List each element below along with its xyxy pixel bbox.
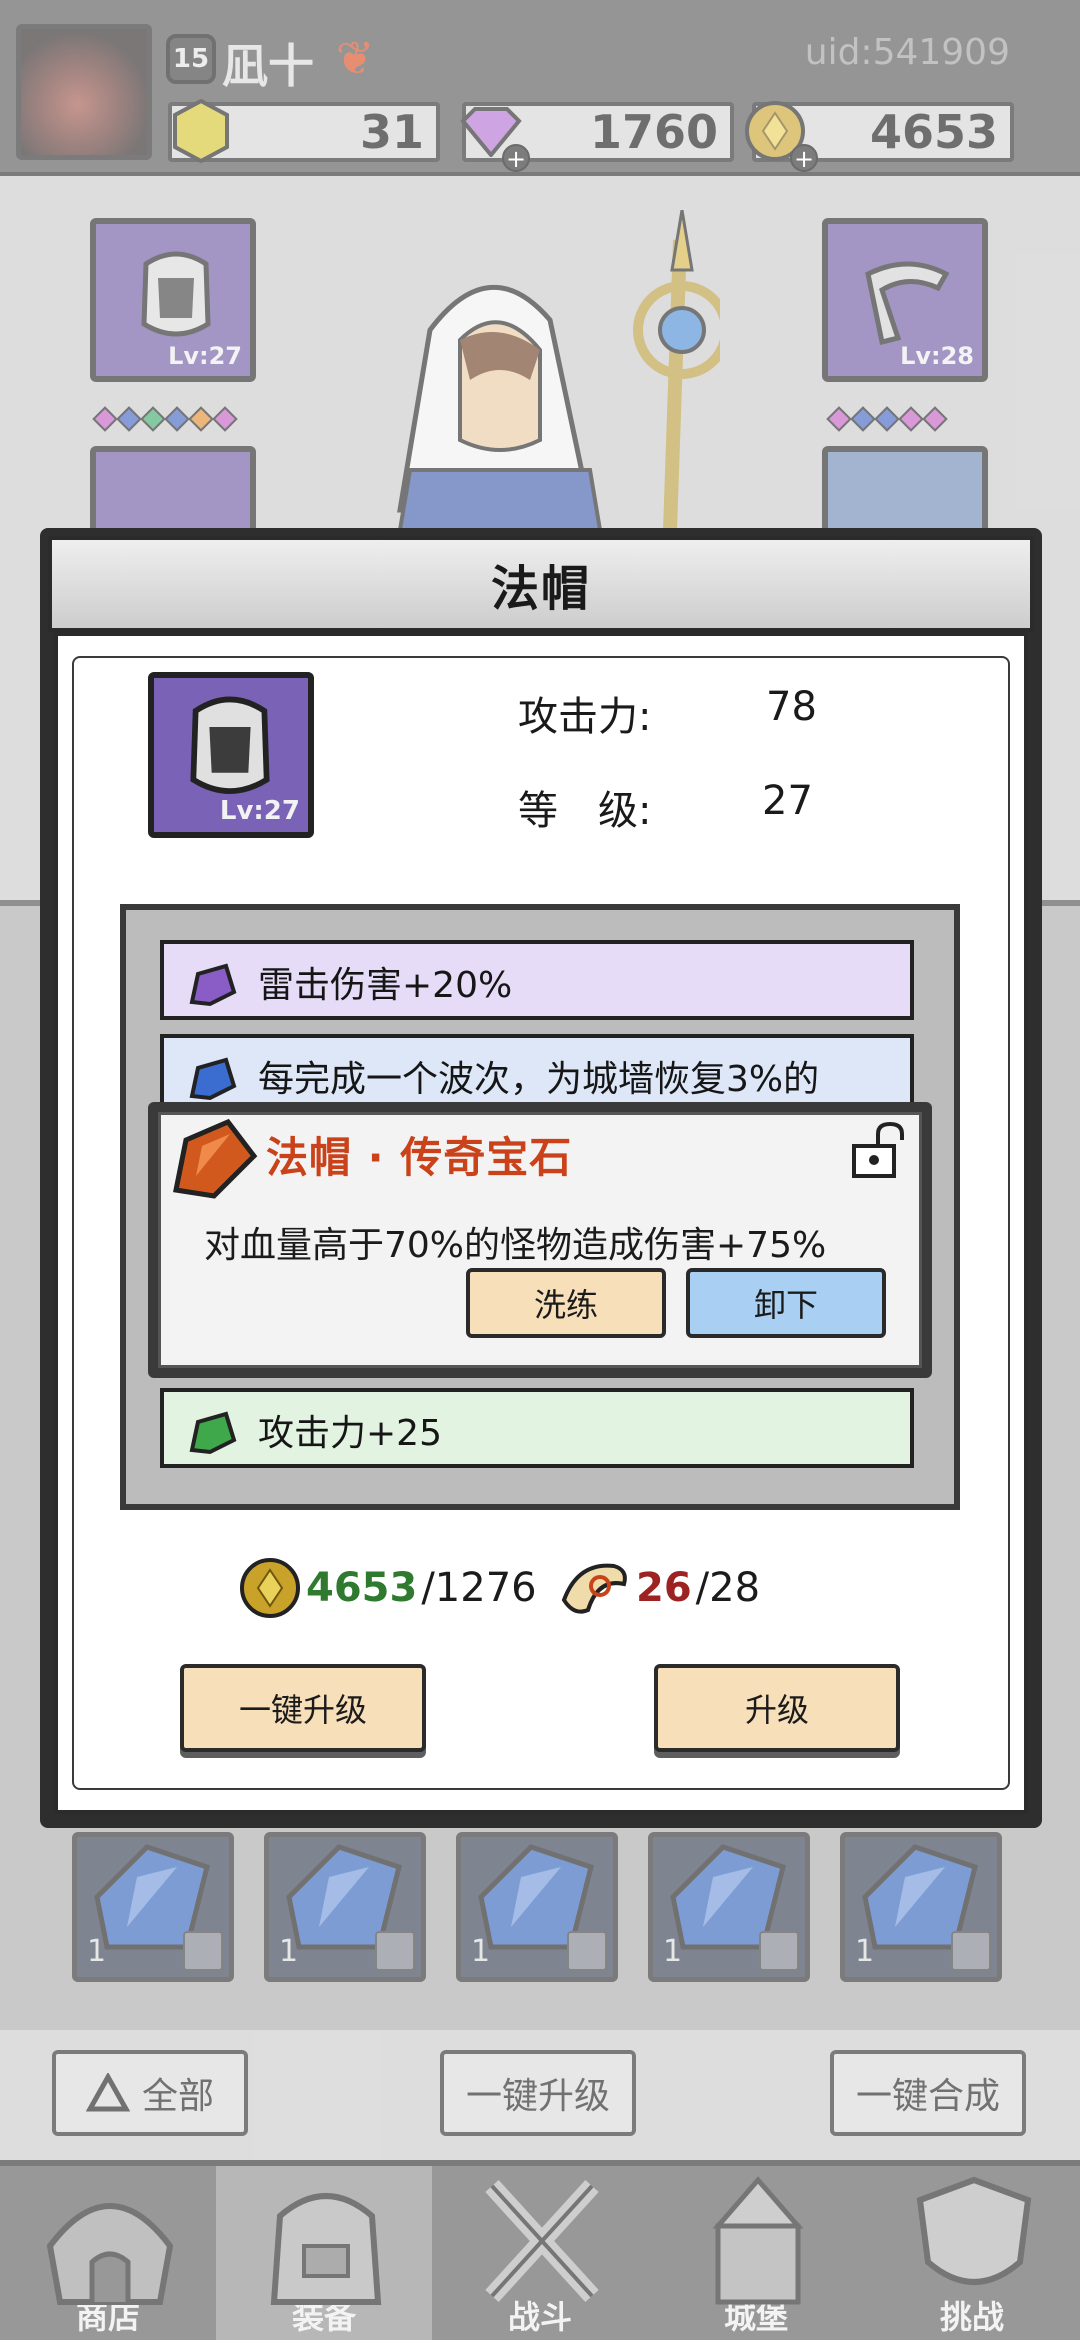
green-gem-icon — [189, 1411, 237, 1455]
legendary-gem-popup: 法帽 · 传奇宝石 对血量高于70%的怪物造成伤害+75% 洗练 卸下 — [148, 1102, 932, 1378]
upgrade-label: 升级 — [744, 1691, 809, 1729]
upgrade-button[interactable]: 升级 — [654, 1664, 900, 1752]
upgrade-all-label: 一键升级 — [238, 1691, 367, 1729]
gem-effect-text: 每完成一个波次，为城墙恢复3%的 — [258, 1059, 820, 1100]
item-level-tag: Lv:27 — [219, 796, 300, 826]
gem-effect-text: 雷击伤害+20% — [258, 965, 513, 1006]
remove-gem-button[interactable]: 卸下 — [686, 1268, 886, 1338]
item-icon-frame: Lv:27 — [148, 672, 314, 838]
modal-title: 法帽 — [490, 561, 591, 617]
gold-coin-icon — [240, 1558, 300, 1618]
orange-legendary-gem-icon — [173, 1118, 258, 1199]
legendary-gem-title: 法帽 · 传奇宝石 — [266, 1133, 573, 1182]
reroll-button[interactable]: 洗练 — [466, 1268, 666, 1338]
legendary-gem-description: 对血量高于70%的怪物造成伤害+75% — [204, 1225, 827, 1266]
gem-socket-wall-heal[interactable]: 每完成一个波次，为城墙恢复3%的 — [160, 1034, 914, 1104]
gold-required: /1276 — [421, 1565, 537, 1611]
gold-cost: 4653 /1276 — [238, 1556, 537, 1620]
gem-effect-text: 攻击力+25 — [258, 1413, 442, 1454]
gem-socket-lightning[interactable]: 雷击伤害+20% — [160, 940, 914, 1020]
modal-header: 法帽 — [48, 536, 1034, 632]
level-label: 等 级: — [518, 788, 652, 834]
scroll-cost: 26 /28 — [558, 1556, 760, 1620]
gold-owned: 4653 — [306, 1565, 418, 1611]
purple-gem-icon — [189, 963, 237, 1007]
unlocked-padlock-icon[interactable] — [848, 1120, 908, 1180]
attack-value: 78 — [766, 684, 817, 730]
scroll-icon — [561, 1563, 627, 1614]
remove-gem-label: 卸下 — [753, 1286, 818, 1324]
blue-gem-icon — [189, 1057, 237, 1101]
upgrade-all-button[interactable]: 一键升级 — [180, 1664, 426, 1752]
reroll-label: 洗练 — [533, 1286, 598, 1324]
level-value: 27 — [762, 778, 813, 824]
attack-label: 攻击力: — [518, 694, 652, 740]
gem-socket-attack[interactable]: 攻击力+25 — [160, 1388, 914, 1468]
scroll-owned: 26 — [636, 1565, 692, 1611]
scroll-required: /28 — [695, 1565, 761, 1611]
